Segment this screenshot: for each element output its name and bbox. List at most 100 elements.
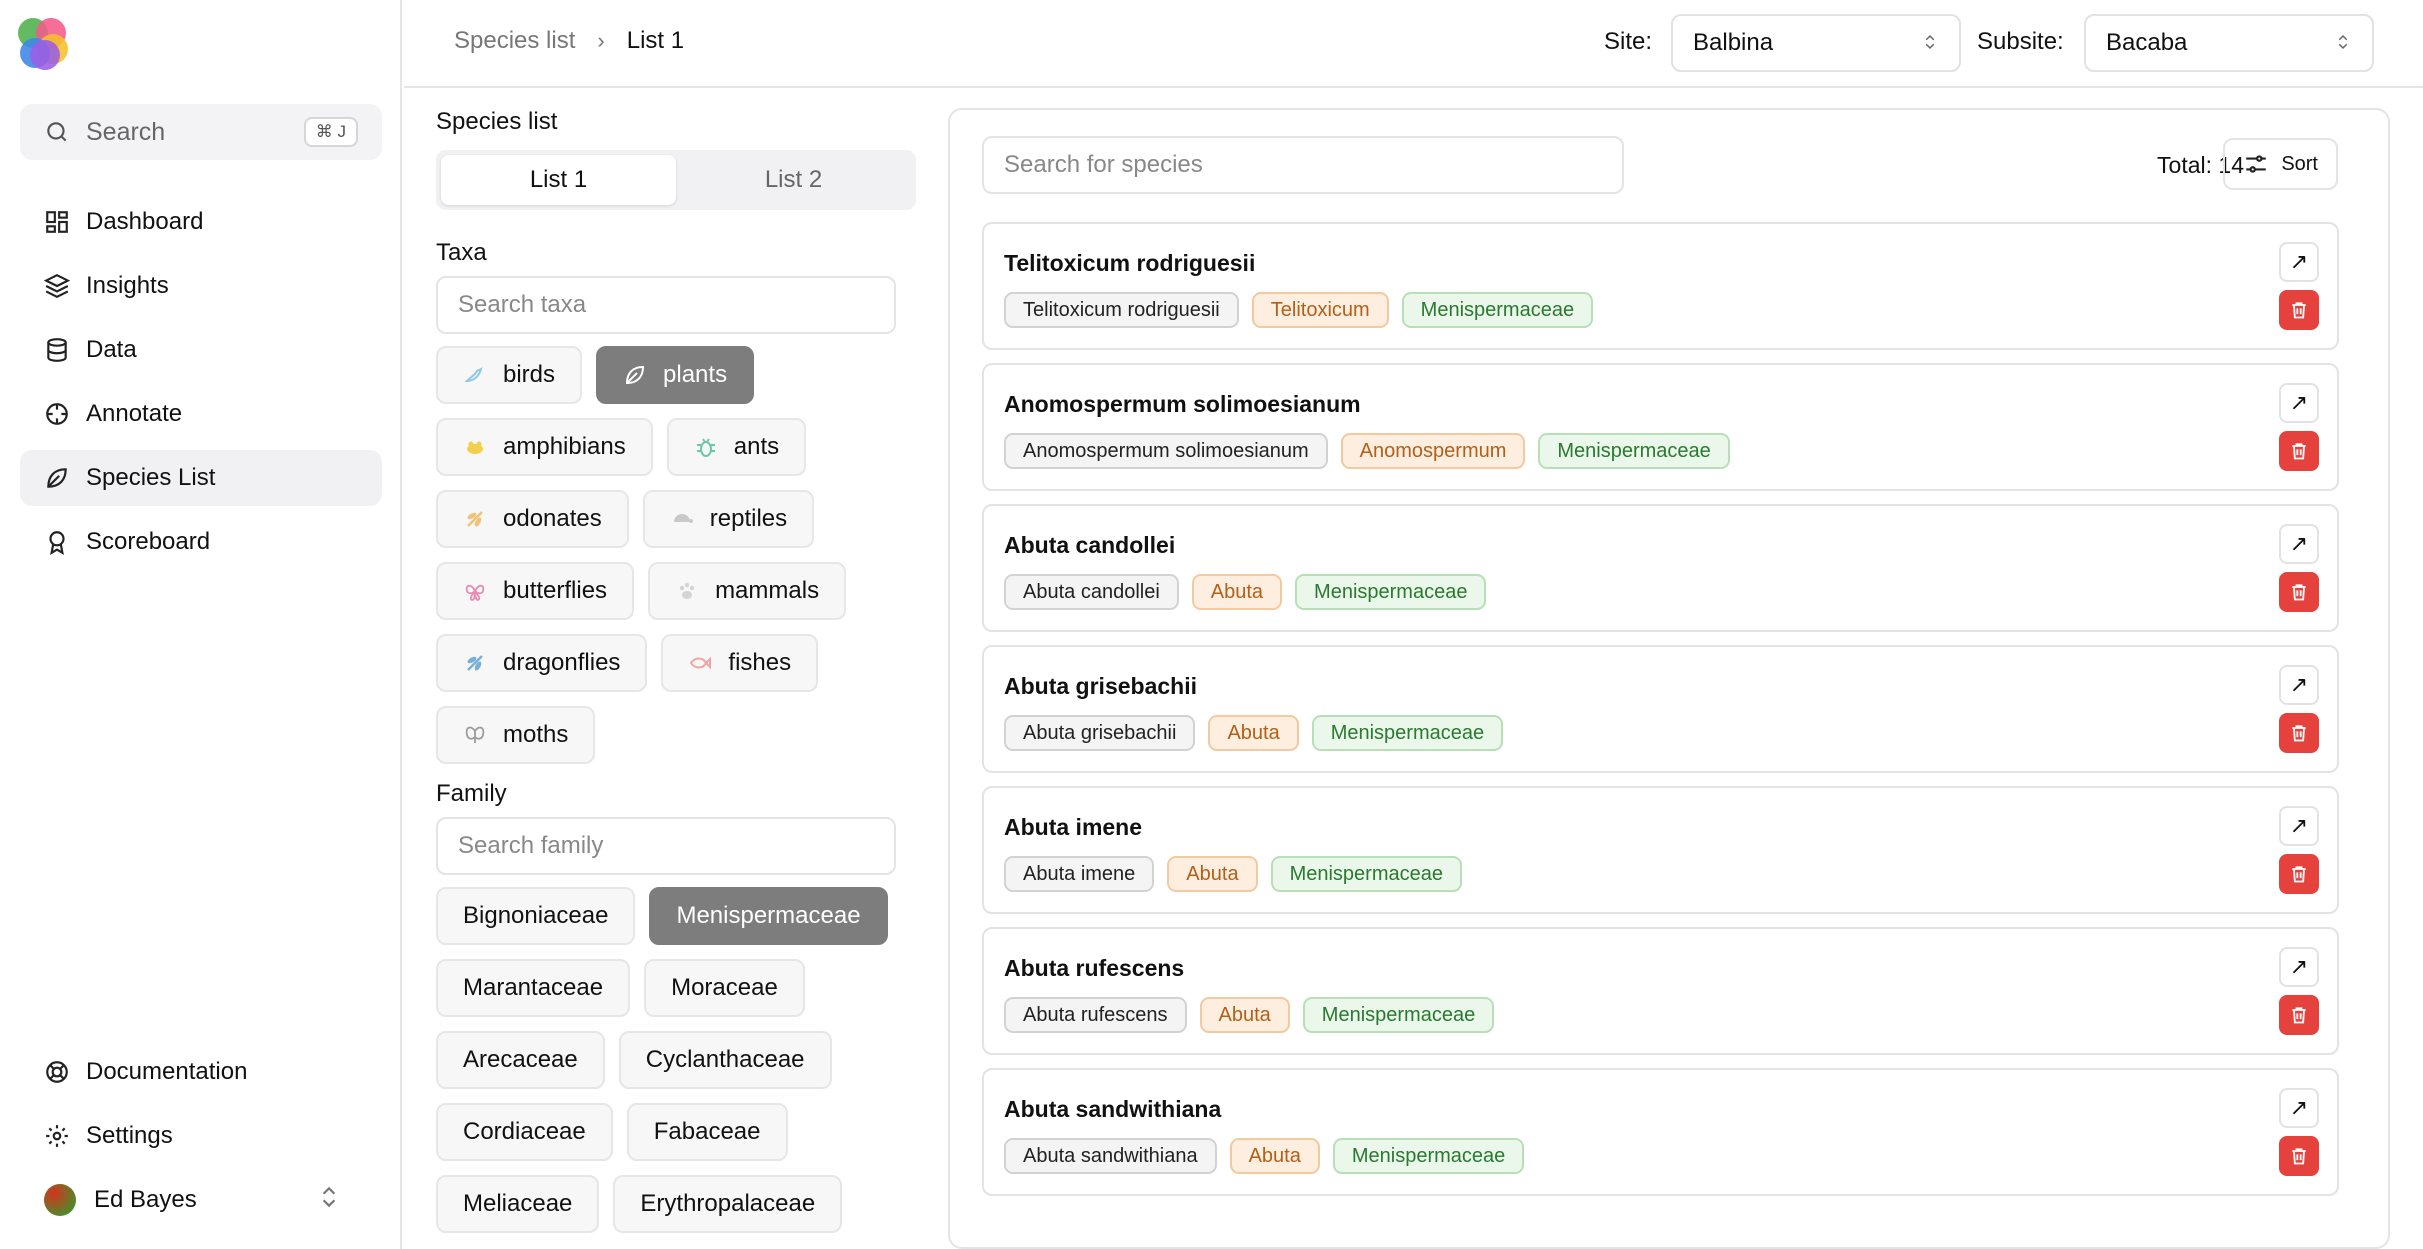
species-name: Abuta imene: [1004, 814, 1143, 840]
species-card: Abuta grisebachii Abuta grisebachii Abut…: [982, 645, 2339, 773]
sidebar-search-label: Search: [86, 117, 166, 146]
user-menu[interactable]: Ed Bayes: [20, 1172, 382, 1228]
species-name: Abuta sandwithiana: [1004, 1096, 1222, 1122]
delete-species-button[interactable]: [2279, 572, 2319, 612]
taxa-chip-birds[interactable]: birds: [436, 346, 583, 404]
sort-label: Sort: [2281, 152, 2318, 175]
chevron-up-down-icon: [2334, 33, 2352, 54]
nav-item-data[interactable]: Data: [20, 322, 382, 378]
nav-label: Species List: [86, 464, 216, 491]
taxa-chip-label: reptiles: [709, 505, 788, 532]
taxa-chip-label: plants: [663, 361, 728, 388]
tab-list-2[interactable]: List 2: [676, 155, 911, 205]
nav-item-species-list[interactable]: Species List: [20, 450, 382, 506]
subsite-select[interactable]: Bacaba: [2084, 14, 2374, 72]
taxa-chip-mammals[interactable]: mammals: [648, 562, 847, 620]
taxa-search-input[interactable]: Search taxa: [436, 276, 896, 334]
open-species-button[interactable]: ↗: [2279, 665, 2319, 705]
species-tag: Telitoxicum rodriguesii: [1004, 292, 1239, 328]
taxa-chip-moths[interactable]: moths: [436, 706, 596, 764]
list-tabs: List 1 List 2: [436, 150, 916, 210]
delete-species-button[interactable]: [2279, 1136, 2319, 1176]
tab-list-1[interactable]: List 1: [441, 155, 676, 205]
taxa-chip-plants[interactable]: plants: [596, 346, 755, 404]
nav-item-documentation[interactable]: Documentation: [20, 1044, 382, 1100]
arrow-up-right-icon: ↗: [2289, 390, 2309, 415]
open-species-button[interactable]: ↗: [2279, 806, 2319, 846]
avatar: [44, 1184, 76, 1216]
taxa-chip-amphibians[interactable]: amphibians: [436, 418, 653, 476]
sort-button[interactable]: Sort: [2223, 138, 2338, 190]
taxa-chip-reptiles[interactable]: reptiles: [642, 490, 815, 548]
delete-species-button[interactable]: [2279, 995, 2319, 1035]
family-tag: Menispermaceae: [1302, 997, 1495, 1033]
taxa-chip-odonates[interactable]: odonates: [436, 490, 629, 548]
taxa-chip-butterflies[interactable]: butterflies: [436, 562, 635, 620]
species-card: Abuta rufescens Abuta rufescens Abuta Me…: [982, 927, 2339, 1055]
open-species-button[interactable]: ↗: [2279, 242, 2319, 282]
species-tags: Abuta sandwithiana Abuta Menispermaceae: [1004, 1138, 1525, 1174]
open-species-button[interactable]: ↗: [2279, 1088, 2319, 1128]
taxa-chip-label: moths: [503, 721, 569, 748]
species-search-input[interactable]: Search for species: [982, 136, 1624, 194]
nav-item-dashboard[interactable]: Dashboard: [20, 194, 382, 250]
family-chip-erythropalaceae[interactable]: Erythropalaceae: [613, 1175, 843, 1233]
delete-species-button[interactable]: [2279, 431, 2319, 471]
layers-icon: [44, 273, 70, 299]
genus-tag: Abuta: [1229, 1138, 1320, 1174]
nav-item-insights[interactable]: Insights: [20, 258, 382, 314]
family-chip-marantaceae[interactable]: Marantaceae: [436, 959, 631, 1017]
subsite-value: Bacaba: [2106, 29, 2188, 56]
family-chip-cyclanthaceae[interactable]: Cyclanthaceae: [618, 1031, 832, 1089]
nav-item-scoreboard[interactable]: Scoreboard: [20, 514, 382, 570]
nav-item-annotate[interactable]: Annotate: [20, 386, 382, 442]
app-logo[interactable]: [16, 16, 72, 72]
family-chip-cordiaceae[interactable]: Cordiaceae: [436, 1103, 613, 1161]
bird-icon: [464, 367, 483, 383]
nav-label: Insights: [86, 272, 169, 299]
crosshair-icon: [46, 403, 68, 425]
moth-icon: [465, 726, 485, 743]
family-tag: Menispermaceae: [1270, 856, 1462, 892]
arrow-up-right-icon: ↗: [2289, 531, 2309, 556]
life-buoy-icon: [46, 1061, 68, 1083]
delete-species-button[interactable]: [2279, 713, 2319, 753]
site-select[interactable]: Balbina: [1671, 14, 1961, 72]
family-chip-menispermaceae[interactable]: Menispermaceae: [649, 887, 888, 945]
nav-item-settings[interactable]: Settings: [20, 1108, 382, 1164]
taxa-chip-fishes[interactable]: fishes: [661, 634, 819, 692]
open-species-button[interactable]: ↗: [2279, 383, 2319, 423]
delete-species-button[interactable]: [2279, 854, 2319, 894]
frog-icon: [467, 441, 483, 454]
breadcrumb-species-list[interactable]: Species list: [454, 27, 575, 55]
taxa-chip-label: mammals: [715, 577, 820, 604]
family-chip-fabaceae[interactable]: Fabaceae: [626, 1103, 788, 1161]
trash-icon: [2292, 584, 2306, 601]
trash-icon: [2292, 302, 2306, 319]
dragonfly-icon: [467, 655, 483, 671]
taxa-chip-label: amphibians: [503, 433, 626, 460]
species-tags: Abuta rufescens Abuta Menispermaceae: [1004, 997, 1495, 1033]
bug-icon: [696, 438, 715, 457]
species-list-title: Species list: [436, 108, 558, 135]
family-chip-bignoniaceae[interactable]: Bignoniaceae: [436, 887, 636, 945]
open-species-button[interactable]: ↗: [2279, 524, 2319, 564]
family-search-input[interactable]: Search family: [436, 817, 896, 875]
taxa-chip-ants[interactable]: ants: [666, 418, 807, 476]
family-chip-moraceae[interactable]: Moraceae: [644, 959, 805, 1017]
family-tag: Menispermaceae: [1332, 1138, 1525, 1174]
species-tag: Abuta grisebachii: [1004, 715, 1196, 751]
taxa-chip-dragonflies[interactable]: dragonflies: [436, 634, 648, 692]
family-chip-meliaceae[interactable]: Meliaceae: [436, 1175, 600, 1233]
award-icon: [49, 531, 65, 555]
family-chip-arecaceae[interactable]: Arecaceae: [436, 1031, 605, 1089]
species-tags: Abuta candollei Abuta Menispermaceae: [1004, 574, 1487, 610]
family-tag: Menispermaceae: [1295, 574, 1487, 610]
open-species-button[interactable]: ↗: [2279, 947, 2319, 987]
taxa-chip-label: fishes: [728, 649, 792, 676]
species-tags: Anomospermum solimoesianum Anomospermum …: [1004, 433, 1730, 469]
delete-species-button[interactable]: [2279, 290, 2319, 330]
taxa-chip-group: birds plants amphibians ants odonates reptile…: [436, 346, 916, 764]
sidebar-search-button[interactable]: Search ⌘ J: [20, 104, 382, 160]
sidebar: Search ⌘ J Dashboard Insights Data Annot…: [0, 0, 402, 1249]
